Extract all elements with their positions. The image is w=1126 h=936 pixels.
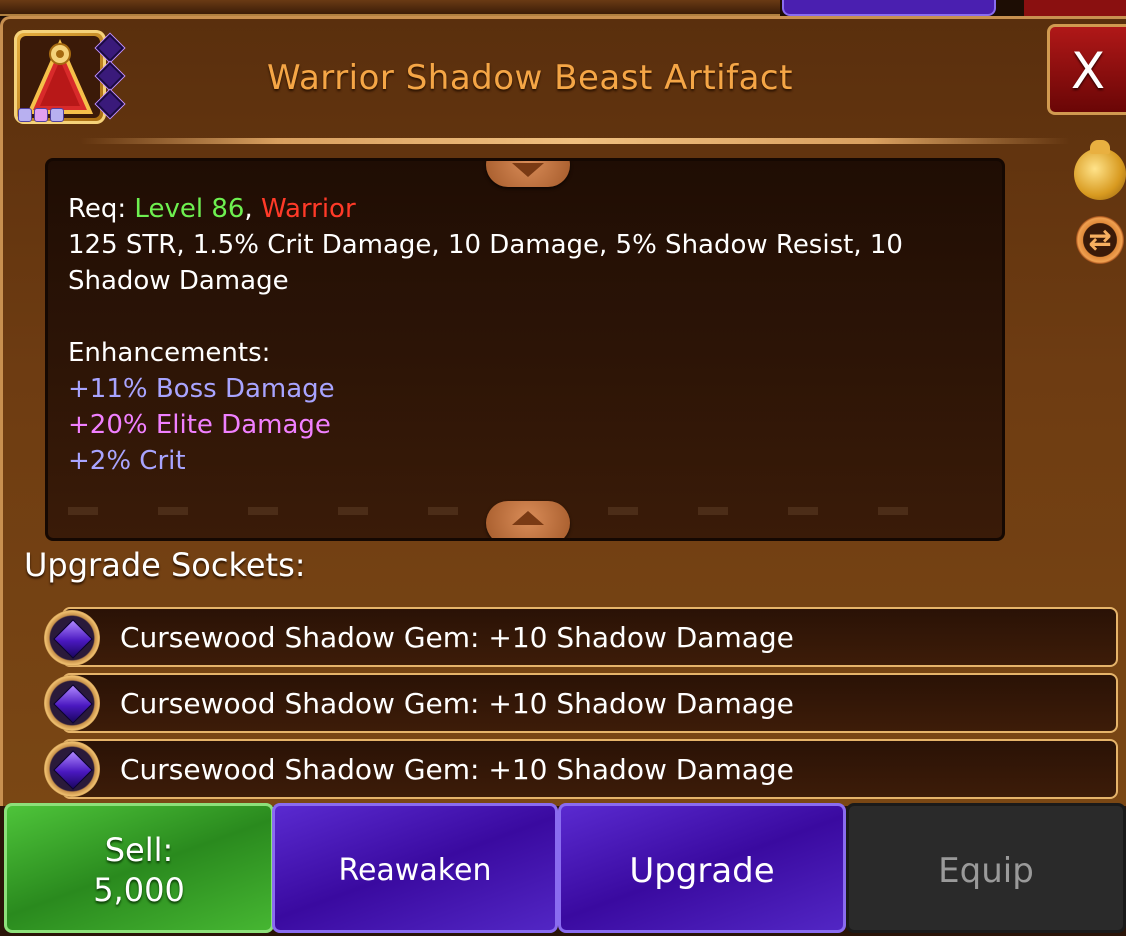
upgrade-button[interactable]: Upgrade (558, 803, 846, 933)
upgrade-label: Upgrade (629, 851, 775, 891)
shadow-gem-icon (44, 610, 100, 666)
enhancement-line: +20% Elite Damage (68, 410, 331, 440)
req-prefix: Req: (68, 194, 135, 224)
background-panel-edge (0, 0, 780, 16)
sell-price: 5,000 (93, 871, 185, 909)
enhancement-line: +11% Boss Damage (68, 374, 335, 404)
stats-text: Req: Level 86, Warrior 125 STR, 1.5% Cri… (68, 191, 988, 479)
shadow-gem-icon (44, 741, 100, 797)
item-icon-art (20, 36, 100, 118)
enhancement-pip (34, 108, 48, 122)
enhancement-line: +2% Crit (68, 446, 186, 476)
base-stats: 125 STR, 1.5% Crit Damage, 10 Damage, 5%… (68, 230, 903, 296)
enhancement-pip (18, 108, 32, 122)
equip-button[interactable]: Equip (846, 803, 1126, 933)
scroll-up-knob[interactable] (486, 501, 570, 538)
chevron-down-icon (512, 163, 544, 177)
gem-facet (53, 619, 93, 659)
gem-facet (53, 684, 93, 724)
req-separator: , (244, 194, 261, 224)
upgrade-sockets-heading: Upgrade Sockets: (24, 546, 306, 584)
chevron-up-icon (512, 511, 544, 525)
close-button[interactable]: X (1047, 24, 1126, 115)
title-divider (80, 138, 1070, 144)
equip-label: Equip (938, 851, 1034, 891)
socket-text: Cursewood Shadow Gem: +10 Shadow Damage (120, 753, 794, 786)
socket-text: Cursewood Shadow Gem: +10 Shadow Damage (120, 621, 794, 654)
socket-row[interactable]: Cursewood Shadow Gem: +10 Shadow Damage (62, 607, 1118, 667)
socket-row[interactable]: Cursewood Shadow Gem: +10 Shadow Damage (62, 739, 1118, 799)
req-level: Level 86 (134, 194, 245, 224)
sell-button[interactable]: Sell: 5,000 (4, 803, 274, 933)
requirements-line: Req: Level 86, Warrior (68, 191, 988, 227)
swap-arrows-icon[interactable]: ⇄ (1074, 214, 1126, 266)
stats-scroll-box[interactable]: Req: Level 86, Warrior 125 STR, 1.5% Cri… (45, 158, 1005, 541)
scroll-down-knob[interactable] (486, 161, 570, 187)
artifact-pyramid-icon (14, 30, 125, 124)
socket-text: Cursewood Shadow Gem: +10 Shadow Damage (120, 687, 794, 720)
socket-row[interactable]: Cursewood Shadow Gem: +10 Shadow Damage (62, 673, 1118, 733)
enhancement-pip (50, 108, 64, 122)
gem-facet (53, 750, 93, 790)
enhancements-heading: Enhancements: (68, 338, 271, 368)
reawaken-button[interactable]: Reawaken (272, 803, 558, 933)
shadow-gem-icon (44, 675, 100, 731)
reawaken-label: Reawaken (338, 853, 492, 888)
swap-glyph: ⇄ (1088, 223, 1112, 256)
sell-label: Sell: (104, 831, 174, 869)
money-bag-icon[interactable] (1074, 140, 1126, 200)
req-class: Warrior (260, 194, 356, 224)
close-label: X (1070, 42, 1106, 100)
item-title: Warrior Shadow Beast Artifact (267, 58, 793, 98)
background-purple-button-edge (782, 0, 996, 16)
